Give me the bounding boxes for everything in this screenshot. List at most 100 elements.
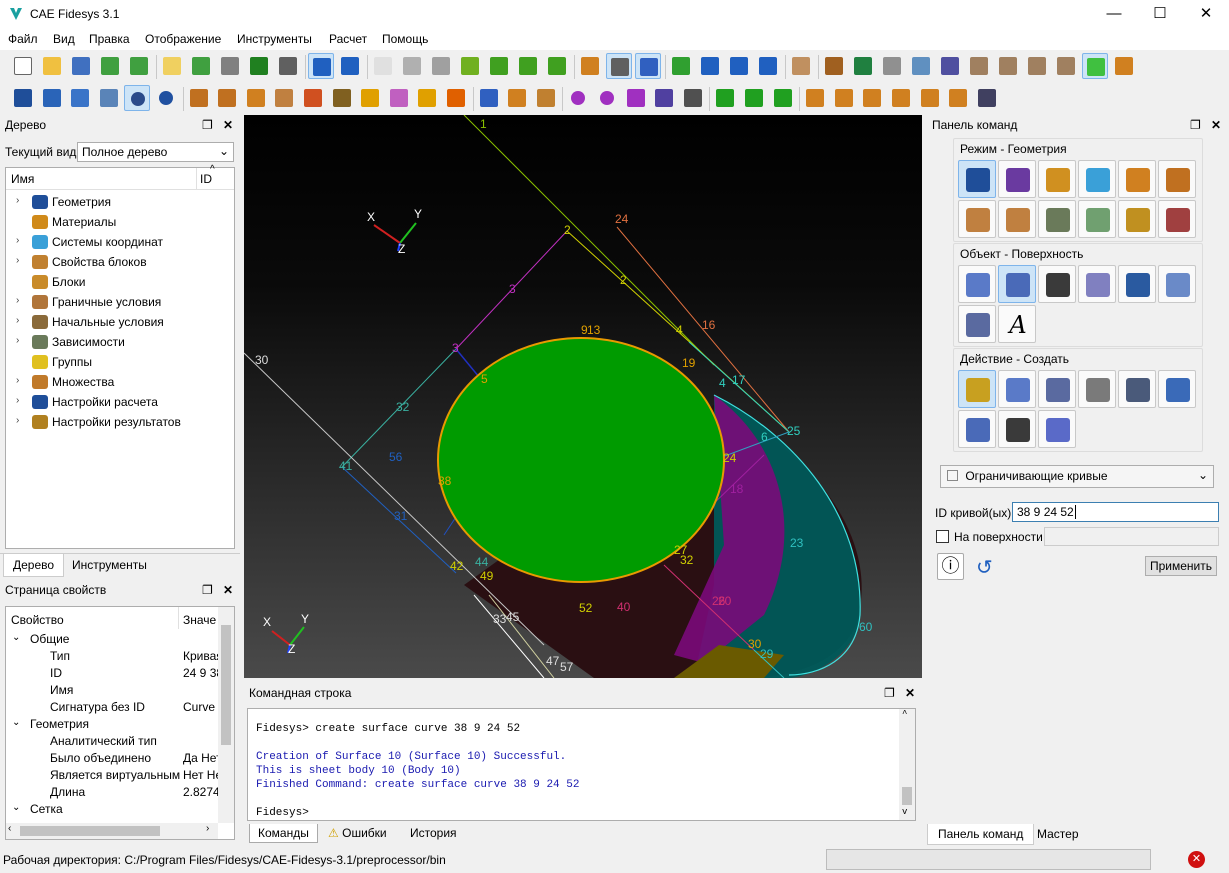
pause-icon[interactable]: [246, 53, 272, 79]
horizontal-scrollbar[interactable]: ‹ ›: [6, 823, 218, 839]
edit-icon[interactable]: [998, 370, 1036, 408]
pin-icon[interactable]: [995, 53, 1021, 79]
prop-row[interactable]: ID 24 9 38: [6, 665, 218, 682]
view-iso2-icon[interactable]: [515, 53, 541, 79]
view-mz-icon[interactable]: [831, 85, 857, 111]
view-top-icon[interactable]: [428, 53, 454, 79]
temperature-icon[interactable]: [300, 85, 326, 111]
cube-shade-icon[interactable]: [651, 85, 677, 111]
prop-row[interactable]: Имя: [6, 682, 218, 699]
undock-icon[interactable]: ❐: [202, 118, 213, 132]
tree-item[interactable]: › Начальные условия: [6, 312, 234, 332]
ruler-icon[interactable]: [1111, 53, 1137, 79]
wireframe-icon[interactable]: [879, 53, 905, 79]
chevron-right-icon[interactable]: ›: [16, 295, 19, 306]
prop-row[interactable]: Сигнатура без ID Curve: [6, 699, 218, 716]
chevron-down-icon[interactable]: ⌄: [12, 717, 20, 728]
dash-icon[interactable]: [414, 85, 440, 111]
new-file-icon[interactable]: [10, 53, 36, 79]
view-pz-icon[interactable]: [802, 85, 828, 111]
surface-icon[interactable]: [998, 265, 1036, 303]
beam-icon[interactable]: [271, 85, 297, 111]
prop-row[interactable]: ⌄ Геометрия: [6, 716, 218, 733]
cube-face-icon[interactable]: [67, 85, 93, 111]
merge-icon[interactable]: [1158, 370, 1196, 408]
command-output[interactable]: Fidesys> create surface curve 38 9 24 52…: [247, 708, 916, 821]
tab-history[interactable]: История: [410, 826, 457, 840]
view-back-icon[interactable]: [399, 53, 425, 79]
material-icon[interactable]: [1038, 160, 1076, 198]
chevron-right-icon[interactable]: ›: [16, 195, 19, 206]
grid-icon[interactable]: [606, 53, 632, 79]
tab-tools[interactable]: Инструменты: [72, 558, 147, 572]
geometry-icon[interactable]: [958, 160, 996, 198]
prop-row[interactable]: ⌄ Сетка: [6, 801, 218, 818]
cut-icon[interactable]: [1024, 53, 1050, 79]
info-icon[interactable]: ⓘ: [937, 553, 964, 580]
displacement-icon[interactable]: [243, 85, 269, 111]
tree-item[interactable]: › Геометрия: [6, 192, 234, 212]
create-icon[interactable]: [958, 370, 996, 408]
menu-tools[interactable]: Инструменты: [237, 32, 312, 46]
props-table[interactable]: Свойство Значе ⌄ Общие Тип Кривая ID 24 9 38 И…: [5, 606, 235, 840]
zoom-in-icon[interactable]: [697, 53, 723, 79]
maximize-button[interactable]: ☐: [1137, 0, 1183, 28]
text-a-icon[interactable]: A: [998, 305, 1036, 343]
boolean-icon[interactable]: [958, 410, 996, 448]
zoom-out-icon[interactable]: [726, 53, 752, 79]
volume-icon[interactable]: [958, 265, 996, 303]
curve-icon[interactable]: [1038, 265, 1076, 303]
export-icon[interactable]: [126, 53, 152, 79]
block-icon[interactable]: [1118, 160, 1156, 198]
block-icon[interactable]: [504, 85, 530, 111]
vertex-icon[interactable]: [153, 85, 179, 111]
tree-item[interactable]: Материалы: [6, 212, 234, 232]
tree-item[interactable]: › Зависимости: [6, 332, 234, 352]
boundary-dropdown[interactable]: Ограничивающие кривые ⌄: [940, 465, 1214, 488]
tree-item[interactable]: › Граничные условия: [6, 292, 234, 312]
3d-viewport[interactable]: 1 30 2 2 4 9 13 19 24 27 32 49 42 52 24 …: [244, 115, 922, 678]
tree-item[interactable]: › Настройки расчета: [6, 392, 234, 412]
prop-row[interactable]: Является виртуальнымНет Не: [6, 767, 218, 784]
open-folder-icon[interactable]: [39, 53, 65, 79]
tab-commands[interactable]: Команды: [249, 824, 318, 843]
chevron-right-icon[interactable]: ›: [16, 255, 19, 266]
menu-calc[interactable]: Расчет: [329, 32, 367, 46]
menu-help[interactable]: Помощь: [382, 32, 428, 46]
tree-view[interactable]: Имя ID ^ › Геометрия Материалы › Системы коо…: [5, 164, 235, 549]
cube-select-icon[interactable]: [1053, 53, 1079, 79]
chevron-right-icon[interactable]: ›: [16, 235, 19, 246]
stop-icon[interactable]: [770, 85, 796, 111]
cluster-icon[interactable]: [10, 85, 36, 111]
import-icon[interactable]: [97, 53, 123, 79]
tab-errors[interactable]: ⚠ Ошибки: [328, 826, 387, 840]
surface-icon[interactable]: [96, 85, 122, 111]
curve-icon[interactable]: [124, 85, 151, 111]
view-bottom-icon[interactable]: [457, 53, 483, 79]
build-icon[interactable]: [275, 53, 301, 79]
sets-icon[interactable]: [1158, 160, 1196, 198]
grid-sel-icon[interactable]: [680, 85, 706, 111]
run-script-icon[interactable]: [188, 53, 214, 79]
chevron-down-icon[interactable]: ⌄: [12, 802, 20, 813]
block-3d-icon[interactable]: [533, 85, 559, 111]
refresh-icon[interactable]: [668, 53, 694, 79]
tab-tree[interactable]: Дерево: [3, 554, 65, 577]
tau-icon[interactable]: [443, 85, 469, 111]
undock-icon[interactable]: ❐: [202, 583, 213, 597]
close-icon[interactable]: ✕: [905, 686, 915, 700]
vertical-scrollbar[interactable]: [218, 607, 234, 823]
axes-icon[interactable]: [1082, 53, 1108, 79]
mesh-frame-icon[interactable]: [476, 85, 502, 111]
split-icon[interactable]: [966, 53, 992, 79]
chevron-right-icon[interactable]: ›: [16, 335, 19, 346]
box-icon[interactable]: [788, 53, 814, 79]
col-name[interactable]: Имя: [11, 172, 34, 186]
mesh-icon[interactable]: [998, 160, 1036, 198]
prop-row[interactable]: Тип Кривая: [6, 648, 218, 665]
move-icon[interactable]: [1038, 370, 1076, 408]
prop-row[interactable]: ⌄ Общие: [6, 631, 218, 648]
view-my-icon[interactable]: [888, 85, 914, 111]
minimize-button[interactable]: —: [1091, 0, 1137, 28]
id-icon[interactable]: [217, 53, 243, 79]
